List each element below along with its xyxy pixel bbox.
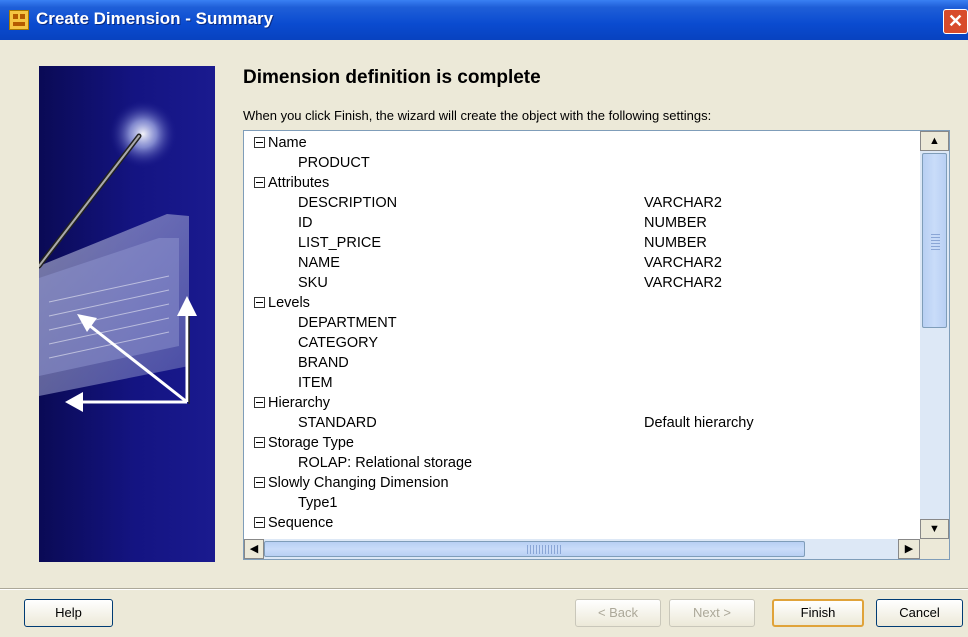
tree-item[interactable]: CATEGORY: [298, 333, 378, 353]
footer-divider: [0, 588, 968, 590]
tree-item[interactable]: SKU VARCHAR2: [298, 273, 722, 293]
tree-value: VARCHAR2: [644, 255, 722, 271]
tree-label: Slowly Changing Dimension: [268, 475, 449, 491]
tree-group[interactable]: Storage Type: [254, 433, 354, 453]
tree-label: NAME: [298, 255, 340, 271]
tree-label: Type1: [298, 495, 338, 511]
tree-item[interactable]: DESCRIPTION VARCHAR2: [298, 193, 722, 213]
tree-label: Levels: [268, 295, 310, 311]
app-icon: [9, 10, 29, 30]
scroll-down-button[interactable]: ▼: [920, 519, 949, 539]
tree-group[interactable]: Attributes: [254, 173, 329, 193]
collapse-icon[interactable]: [254, 476, 265, 488]
tree-item[interactable]: Type1: [298, 493, 338, 513]
vertical-scroll-thumb[interactable]: [922, 153, 947, 328]
finish-button[interactable]: Finish: [772, 599, 864, 627]
collapse-icon[interactable]: [254, 436, 265, 448]
tree-value: NUMBER: [644, 215, 707, 231]
tree-content: Name PRODUCT Attributes DESCRIPTION VARCHAR2…: [244, 133, 920, 539]
tree-label: ROLAP: Relational storage: [298, 455, 473, 471]
tree-item[interactable]: LIST_PRICE NUMBER: [298, 233, 707, 253]
collapse-icon[interactable]: [254, 176, 265, 188]
settings-tree-view[interactable]: Name PRODUCT Attributes DESCRIPTION VARCHAR2…: [243, 130, 950, 560]
tree-value: VARCHAR2: [644, 275, 722, 291]
tree-label: PRODUCT: [298, 155, 370, 171]
scroll-left-button[interactable]: ◀: [244, 539, 264, 559]
tree-label: Sequence: [268, 515, 334, 531]
tree-value: VARCHAR2: [644, 195, 722, 211]
tree-group[interactable]: Sequence: [254, 513, 333, 533]
tree-label: LIST_PRICE: [298, 235, 381, 251]
collapse-icon[interactable]: [254, 516, 265, 528]
cancel-button[interactable]: Cancel: [876, 599, 963, 627]
tree-label: DEPARTMENT: [298, 315, 397, 331]
close-button[interactable]: ✕: [943, 9, 968, 34]
tree-item[interactable]: ID NUMBER: [298, 213, 707, 233]
tree-label: STANDARD: [298, 415, 377, 431]
thumb-grip-icon: [527, 545, 561, 554]
wand-chart-graphic: [39, 100, 197, 412]
tree-label: CATEGORY: [298, 335, 379, 351]
tree-item[interactable]: DEPARTMENT: [298, 313, 397, 333]
title-bar[interactable]: Create Dimension - Summary ✕: [0, 0, 968, 40]
tree-value: NUMBER: [644, 235, 707, 251]
window-title: Create Dimension - Summary: [36, 9, 274, 28]
page-description: When you click Finish, the wizard will c…: [243, 108, 712, 123]
tree-label: Storage Type: [268, 435, 354, 451]
tree-label: BRAND: [298, 355, 349, 371]
tree-value: Default hierarchy: [644, 415, 754, 431]
thumb-grip-icon: [931, 232, 940, 250]
page-heading: Dimension definition is complete: [243, 67, 541, 88]
tree-label: Hierarchy: [268, 395, 331, 411]
tree-item[interactable]: ITEM: [298, 373, 333, 393]
tree-group[interactable]: Hierarchy: [254, 393, 330, 413]
tree-label: DESCRIPTION: [298, 195, 398, 211]
tree-label: Attributes: [268, 175, 330, 191]
next-button[interactable]: Next >: [669, 599, 755, 627]
tree-label: SKU: [298, 275, 328, 291]
vertical-scrollbar[interactable]: ▲ ▼: [920, 131, 949, 539]
tree-item[interactable]: NAME VARCHAR2: [298, 253, 722, 273]
tree-group[interactable]: Slowly Changing Dimension: [254, 473, 449, 493]
tree-item[interactable]: PRODUCT: [298, 153, 370, 173]
tree-item[interactable]: BRAND: [298, 353, 349, 373]
help-button[interactable]: Help: [24, 599, 113, 627]
collapse-icon[interactable]: [254, 396, 265, 408]
horizontal-scroll-thumb[interactable]: [264, 541, 805, 557]
collapse-icon[interactable]: [254, 296, 265, 308]
tree-label: ID: [298, 215, 313, 231]
wizard-illustration: [39, 66, 215, 562]
tree-label: Name: [268, 135, 307, 151]
tree-group[interactable]: Name: [254, 133, 307, 153]
scroll-up-button[interactable]: ▲: [920, 131, 949, 151]
collapse-icon[interactable]: [254, 136, 265, 148]
scroll-corner: [920, 539, 949, 559]
dialog-window: Create Dimension - Summary ✕ Dimension d…: [0, 0, 968, 637]
scroll-right-button[interactable]: ▶: [898, 539, 920, 559]
horizontal-scrollbar[interactable]: ◀ ▶: [244, 539, 949, 559]
tree-item[interactable]: STANDARD Default hierarchy: [298, 413, 754, 433]
tree-group[interactable]: Levels: [254, 293, 310, 313]
tree-item[interactable]: ROLAP: Relational storage: [298, 453, 472, 473]
back-button[interactable]: < Back: [575, 599, 661, 627]
tree-label: ITEM: [298, 375, 333, 391]
